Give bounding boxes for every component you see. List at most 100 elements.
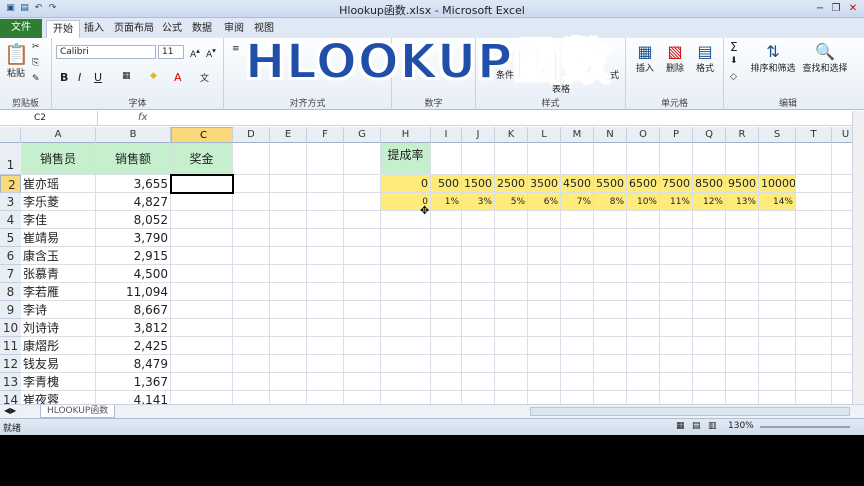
grid-cell[interactable] xyxy=(307,175,344,193)
row-header-3[interactable]: 3 xyxy=(0,193,21,211)
grid-cell[interactable] xyxy=(307,337,344,355)
grid-cell[interactable] xyxy=(627,143,660,175)
italic-icon[interactable]: I xyxy=(78,71,81,84)
grid-cell[interactable] xyxy=(594,319,627,337)
sales-amount[interactable]: 1,367 xyxy=(96,373,171,391)
grid-cell[interactable] xyxy=(381,265,431,283)
grid-cell[interactable] xyxy=(627,355,660,373)
rate-tier-value[interactable]: 5500 xyxy=(594,175,627,193)
grid-cell[interactable] xyxy=(693,301,726,319)
grid-cell[interactable] xyxy=(832,355,852,373)
normal-view-icon[interactable]: ▦ xyxy=(676,421,685,431)
column-header-e[interactable]: E xyxy=(270,127,307,143)
zoom-level[interactable]: 130% xyxy=(728,421,754,431)
row-header-8[interactable]: 8 xyxy=(0,283,21,301)
grid-cell[interactable] xyxy=(726,391,759,404)
grid-cell[interactable] xyxy=(381,283,431,301)
grid-cell[interactable] xyxy=(759,143,796,175)
grid-cell[interactable] xyxy=(832,265,852,283)
grid-cell[interactable] xyxy=(627,283,660,301)
grid-cell[interactable] xyxy=(307,373,344,391)
grid-cell[interactable] xyxy=(726,247,759,265)
grid-cell[interactable] xyxy=(693,337,726,355)
sales-amount[interactable]: 2,425 xyxy=(96,337,171,355)
grid-cell[interactable] xyxy=(171,247,233,265)
column-header-u[interactable]: U xyxy=(832,127,852,143)
grid-cell[interactable] xyxy=(561,319,594,337)
grid-cell[interactable] xyxy=(233,301,270,319)
grid-cell[interactable] xyxy=(660,373,693,391)
format-painter-icon[interactable]: ✎ xyxy=(32,74,40,84)
grid-cell[interactable] xyxy=(431,319,462,337)
grid-cell[interactable] xyxy=(431,301,462,319)
salesperson-name[interactable]: 康含玉 xyxy=(21,247,96,265)
insert-cells-button[interactable]: ▦ 插入 xyxy=(634,42,656,74)
grid-cell[interactable] xyxy=(832,391,852,404)
tab-file[interactable]: 文件 xyxy=(0,19,42,38)
grid-cell[interactable] xyxy=(759,391,796,404)
grid-cell[interactable] xyxy=(270,247,307,265)
grid-cell[interactable] xyxy=(594,229,627,247)
grid-cell[interactable] xyxy=(726,283,759,301)
rate-percent-value[interactable]: 8% xyxy=(594,193,627,211)
sales-amount[interactable]: 4,500 xyxy=(96,265,171,283)
grid-cell[interactable] xyxy=(495,373,528,391)
grid-cell[interactable] xyxy=(233,283,270,301)
grid-cell[interactable] xyxy=(726,355,759,373)
grid-cell[interactable] xyxy=(693,391,726,404)
grid-cell[interactable] xyxy=(431,143,462,175)
grid-cell[interactable] xyxy=(627,337,660,355)
rate-percent-value[interactable]: 7% xyxy=(561,193,594,211)
row-header-13[interactable]: 13 xyxy=(0,373,21,391)
grid-cell[interactable] xyxy=(307,283,344,301)
grid-cell[interactable] xyxy=(171,229,233,247)
grid-cell[interactable] xyxy=(462,247,495,265)
column-header-k[interactable]: K xyxy=(495,127,528,143)
phonetic-icon[interactable]: 文 xyxy=(200,71,209,84)
grid-cell[interactable] xyxy=(307,265,344,283)
row-header-10[interactable]: 10 xyxy=(0,319,21,337)
vertical-scrollbar[interactable] xyxy=(852,111,864,404)
grid-cell[interactable] xyxy=(431,337,462,355)
grid-cell[interactable] xyxy=(344,211,381,229)
rate-tier-value[interactable]: 4500 xyxy=(561,175,594,193)
salesperson-name[interactable]: 李青槐 xyxy=(21,373,96,391)
row-header-7[interactable]: 7 xyxy=(0,265,21,283)
grid-cell[interactable] xyxy=(796,283,832,301)
grid-cell[interactable] xyxy=(594,283,627,301)
cell-styles-label[interactable]: 式 xyxy=(610,68,619,81)
grid-cell[interactable] xyxy=(796,211,832,229)
font-color-icon[interactable]: A xyxy=(174,71,182,84)
salesperson-name[interactable]: 李诗 xyxy=(21,301,96,319)
grid-cell[interactable] xyxy=(462,229,495,247)
grid-cell[interactable] xyxy=(693,211,726,229)
rate-table-label[interactable]: 提成率 xyxy=(381,143,431,175)
grid-cell[interactable] xyxy=(561,301,594,319)
rate-percent-value[interactable]: 10% xyxy=(627,193,660,211)
salesperson-name[interactable]: 钱友易 xyxy=(21,355,96,373)
grid-cell[interactable] xyxy=(796,391,832,404)
grid-cell[interactable] xyxy=(270,193,307,211)
grid-cell[interactable] xyxy=(171,193,233,211)
grid-cell[interactable] xyxy=(233,211,270,229)
column-header-f[interactable]: F xyxy=(307,127,344,143)
grid-cell[interactable] xyxy=(307,319,344,337)
grid-cell[interactable] xyxy=(307,247,344,265)
grid-cell[interactable] xyxy=(462,373,495,391)
sales-amount[interactable]: 2,915 xyxy=(96,247,171,265)
grid-cell[interactable] xyxy=(660,391,693,404)
grid-cell[interactable] xyxy=(726,337,759,355)
grid-cell[interactable] xyxy=(233,319,270,337)
column-header-h[interactable]: H xyxy=(381,127,431,143)
grid-cell[interactable] xyxy=(528,247,561,265)
sales-amount[interactable]: 4,141 xyxy=(96,391,171,404)
sort-filter-button[interactable]: ⇅ 排序和筛选 xyxy=(748,42,798,74)
column-header-j[interactable]: J xyxy=(462,127,495,143)
grid-cell[interactable] xyxy=(594,391,627,404)
column-header-m[interactable]: M xyxy=(561,127,594,143)
grid-cell[interactable] xyxy=(381,247,431,265)
grid-cell[interactable] xyxy=(495,355,528,373)
rate-percent-value[interactable]: 12% xyxy=(693,193,726,211)
grid-cell[interactable] xyxy=(462,265,495,283)
grid-cell[interactable] xyxy=(627,319,660,337)
